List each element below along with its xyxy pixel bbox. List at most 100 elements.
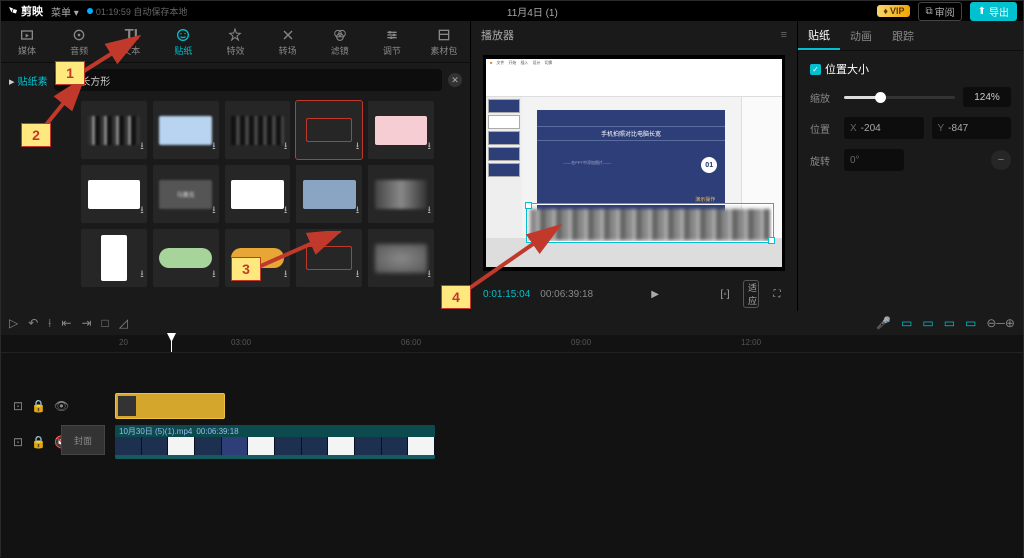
sticker-thumb-selected[interactable]: ⭳ [296, 101, 362, 159]
sticker-selection-overlay[interactable] [527, 204, 773, 241]
search-input[interactable] [80, 75, 434, 86]
tab-animation[interactable]: 动画 [840, 21, 882, 50]
current-time: 0:01:15:04 [483, 289, 530, 300]
cut-right-icon[interactable]: ⇥ [81, 316, 91, 330]
download-icon[interactable]: ⭳ [284, 139, 288, 156]
project-title: 11月4日 (1) [195, 4, 869, 19]
preview-mode-icon[interactable]: [◦] [717, 289, 733, 300]
nav-adjust[interactable]: 调节 [366, 21, 418, 62]
track-toggle-icon[interactable]: ▭ [922, 316, 933, 330]
fit-ratio-button[interactable]: 适应 [743, 280, 759, 308]
select-tool-icon[interactable]: ▷ [9, 316, 18, 330]
download-icon[interactable]: ⭳ [284, 203, 288, 220]
timeline-playhead[interactable] [171, 335, 172, 352]
download-icon[interactable]: ⭳ [212, 139, 216, 156]
tab-sticker[interactable]: 贴纸 [798, 21, 840, 50]
rotate-label: 旋转 [810, 153, 836, 168]
sticker-thumb[interactable]: ⭳ [225, 165, 291, 223]
track-toggle-icon[interactable]: ▭ [944, 316, 955, 330]
player-title: 播放器 [481, 27, 514, 43]
nav-effects[interactable]: 特效 [209, 21, 261, 62]
sticker-search[interactable]: 🔍 [54, 69, 442, 91]
tab-tracking[interactable]: 跟踪 [882, 21, 924, 50]
download-icon[interactable]: ⭳ [140, 139, 144, 156]
sticker-thumb[interactable]: ⭳ [153, 229, 219, 287]
timeline-ruler[interactable]: 20 03:00 06:00 09:00 12:00 [1, 335, 1023, 353]
review-button[interactable]: ⧉ 审阅 [918, 2, 961, 21]
track-menu-icon[interactable]: ⊡ [13, 399, 23, 413]
play-button[interactable]: ▶ [647, 289, 663, 300]
download-icon[interactable]: ⭳ [428, 139, 432, 156]
nav-media[interactable]: 媒体 [1, 21, 53, 62]
export-button[interactable]: ⬆ 导出 [970, 2, 1017, 21]
download-icon[interactable]: ⭳ [212, 203, 216, 220]
media-category-nav: 媒体 音频 TI文本 贴纸 特效 转场 滤镜 调节 素材包 [1, 21, 470, 63]
reset-rotate-button[interactable]: − [991, 150, 1011, 170]
sticker-thumb[interactable]: ⭳ [368, 165, 434, 223]
position-label: 位置 [810, 121, 836, 136]
sticker-thumb[interactable]: ⭳ [153, 101, 219, 159]
rotate-input[interactable]: 0° [844, 149, 904, 171]
lock-icon[interactable]: 🔒 [31, 435, 46, 449]
annotation-1: 1 [55, 61, 85, 85]
download-icon[interactable]: ⭳ [428, 203, 432, 220]
track-menu-icon[interactable]: ⊡ [13, 435, 23, 449]
sticker-thumb[interactable]: ⭳ [225, 101, 291, 159]
sticker-clip[interactable] [115, 393, 225, 419]
cut-left-icon[interactable]: ⇤ [61, 316, 71, 330]
app-logo: 剪映 [7, 3, 43, 19]
sidebar-category-tag[interactable]: ▸ 贴纸素 [9, 73, 48, 88]
clear-search-button[interactable]: ✕ [448, 73, 462, 87]
annotation-2: 2 [21, 123, 51, 147]
download-icon[interactable]: ⭳ [356, 267, 360, 284]
download-icon[interactable]: ⭳ [284, 267, 288, 284]
track-toggle-icon[interactable]: ▭ [901, 316, 912, 330]
download-icon[interactable]: ⭳ [140, 267, 144, 284]
zoom-timeline-icon[interactable]: ⊖─⊕ [986, 316, 1015, 330]
nav-sticker[interactable]: 贴纸 [157, 21, 209, 62]
player-menu-icon[interactable]: ≡ [781, 29, 787, 41]
nav-audio[interactable]: 音频 [53, 21, 105, 62]
sticker-thumb[interactable]: ⭳ [368, 229, 434, 287]
nav-assets[interactable]: 素材包 [418, 21, 470, 62]
total-time: 00:06:39:18 [540, 289, 593, 300]
nav-text[interactable]: TI文本 [105, 21, 157, 62]
split-icon[interactable]: ⟊ [48, 316, 51, 331]
eye-icon[interactable]: 👁 [54, 399, 69, 413]
download-icon[interactable]: ⭳ [428, 267, 432, 284]
scale-value[interactable]: 124% [963, 87, 1011, 107]
mic-icon[interactable]: 🎤 [876, 316, 891, 330]
track-toggle-icon[interactable]: ▭ [965, 316, 976, 330]
download-icon[interactable]: ⭳ [356, 203, 360, 220]
nav-transition[interactable]: 转场 [262, 21, 314, 62]
sticker-thumb[interactable]: ⭳ [81, 101, 147, 159]
download-icon[interactable]: ⭳ [356, 139, 360, 156]
lock-icon[interactable]: 🔒 [31, 399, 46, 413]
sticker-thumb[interactable]: ⭳ [296, 165, 362, 223]
fullscreen-icon[interactable]: ⛶ [769, 289, 785, 300]
video-clip[interactable]: 10月30日 (5)(1).mp400:06:39:18 [115, 425, 435, 459]
download-icon[interactable]: ⭳ [212, 267, 216, 284]
nav-filter[interactable]: 滤镜 [314, 21, 366, 62]
menu-dropdown[interactable]: 菜单 ▾ [51, 4, 79, 19]
player-preview[interactable]: ■文件开始插入设计切换 手机拍照对比电脑长宽 ——在PPT中添加图片—— 01 … [483, 55, 785, 271]
sticker-thumb[interactable]: ⭳ [81, 229, 147, 287]
section-position-size: ✓位置大小 [810, 61, 1011, 77]
pos-y-input[interactable]: Y-847 [932, 117, 1012, 139]
annotation-4: 4 [441, 285, 471, 309]
scale-slider[interactable] [844, 96, 955, 99]
mirror-icon[interactable]: ◿ [119, 316, 128, 330]
download-icon[interactable]: ⭳ [140, 203, 144, 220]
delete-icon[interactable]: □ [102, 316, 109, 330]
sticker-thumb[interactable]: ⭳ [81, 165, 147, 223]
sticker-thumb[interactable]: ⭳ [368, 101, 434, 159]
back-icon[interactable]: ↶ [28, 316, 38, 330]
sticker-thumb[interactable]: ⭳ [296, 229, 362, 287]
cover-button[interactable]: 封面 [61, 425, 105, 455]
slide-number: 01 [701, 157, 717, 173]
autosave-status: 01:19:59 自动保存本地 [87, 5, 188, 18]
checkbox-on-icon[interactable]: ✓ [810, 64, 821, 75]
vip-badge[interactable]: ♦ VIP [877, 5, 910, 17]
sticker-thumb[interactable]: 马赛克⭳ [153, 165, 219, 223]
pos-x-input[interactable]: X-204 [844, 117, 924, 139]
